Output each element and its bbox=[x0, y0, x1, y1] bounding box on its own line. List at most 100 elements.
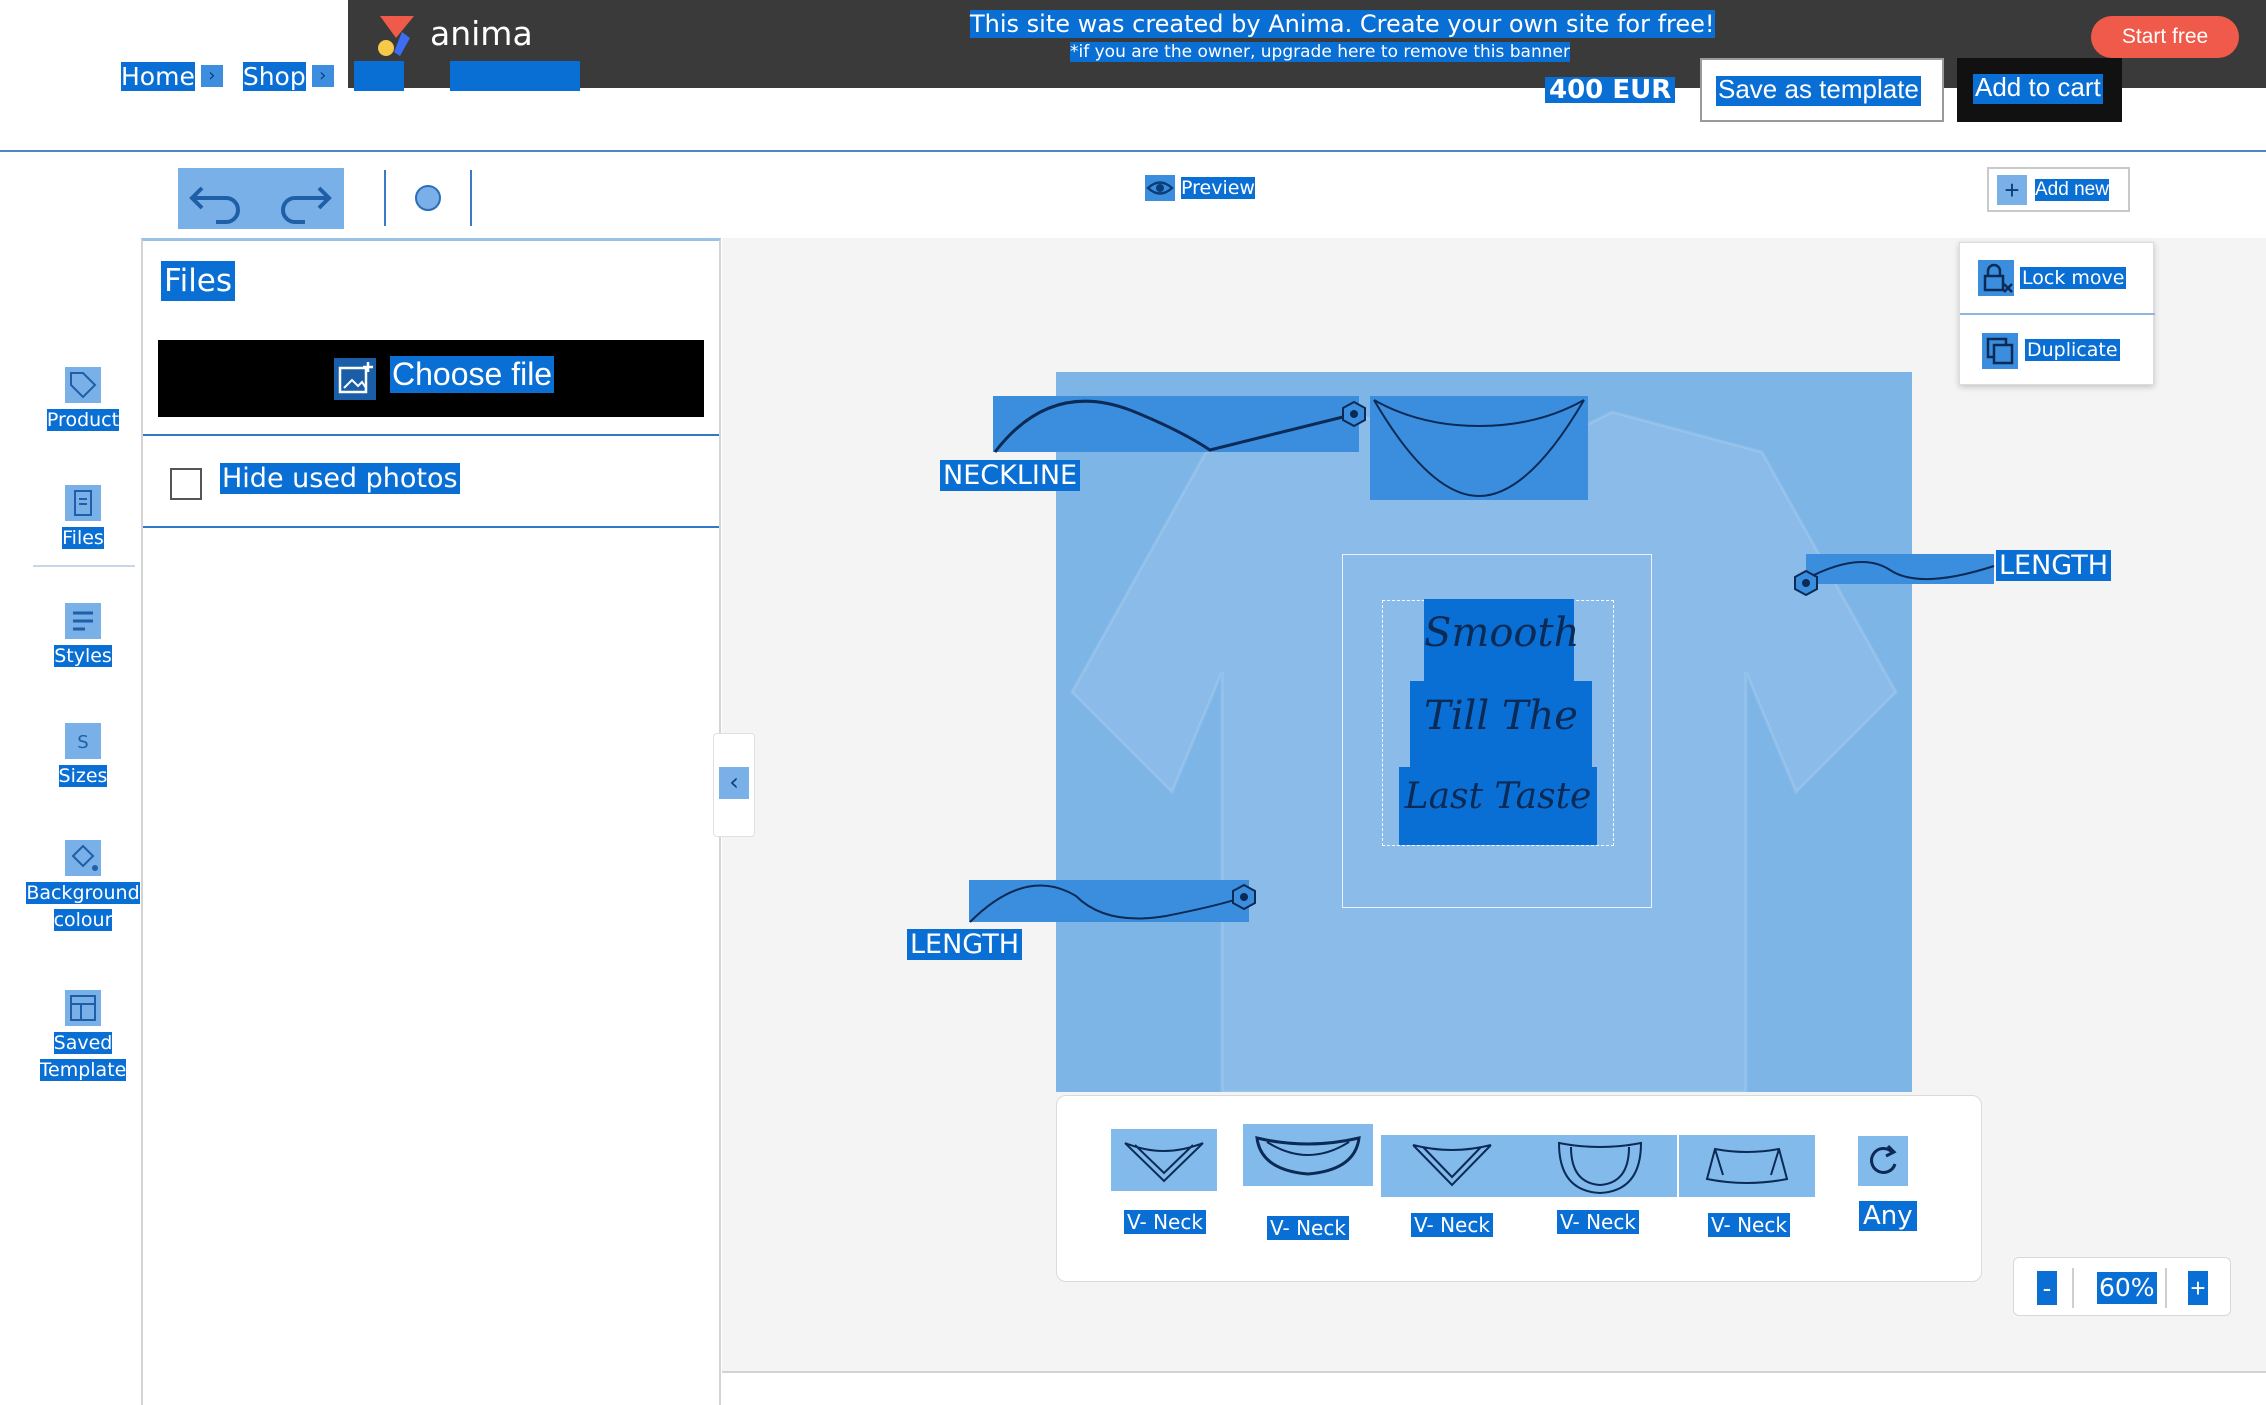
sidebar-item-saved-template[interactable]: Saved Template bbox=[23, 990, 143, 1084]
zoom-in-button[interactable]: + bbox=[2188, 1271, 2208, 1305]
chevron-right-icon: › bbox=[311, 65, 334, 87]
sizes-icon: S bbox=[65, 723, 101, 759]
refresh-icon bbox=[1870, 1144, 1897, 1174]
duplicate-menu-item[interactable]: Duplicate bbox=[1960, 317, 2155, 385]
toolbar-separator bbox=[384, 170, 386, 226]
zoom-control: - 60% + bbox=[2013, 1257, 2231, 1316]
neck-style-selector: V- Neck V- Neck V- Neck V- Neck V- Neck … bbox=[1056, 1095, 1982, 1282]
lock-move-label: Lock move bbox=[2020, 267, 2127, 289]
undo-icon[interactable] bbox=[178, 168, 261, 229]
sidebar-item-label: Styles bbox=[54, 645, 112, 667]
add-to-cart-label: Add to cart bbox=[1973, 74, 2103, 104]
breadcrumb: Home › Shop › bbox=[121, 61, 580, 91]
duplicate-label: Duplicate bbox=[2025, 339, 2120, 361]
paint-bucket-icon bbox=[65, 840, 101, 876]
price: 400 EUR bbox=[1545, 77, 1676, 103]
neck-option-label[interactable]: V- Neck bbox=[1411, 1213, 1493, 1237]
plus-icon: + bbox=[1997, 174, 2027, 205]
neckline-label: NECKLINE bbox=[940, 460, 1081, 491]
design-text-line: Till The bbox=[1424, 693, 1578, 739]
length-right-curve-line bbox=[1803, 561, 1995, 581]
svg-text:S: S bbox=[77, 732, 88, 753]
sidebar-item-label: Background colour bbox=[26, 882, 140, 931]
round-neck-icon bbox=[1255, 1136, 1361, 1176]
eye-icon bbox=[1145, 175, 1175, 201]
breadcrumb-category[interactable] bbox=[353, 61, 404, 91]
v-neck-icon bbox=[1124, 1142, 1204, 1183]
files-panel: Files Choose file Hide used photos bbox=[141, 238, 721, 1405]
zoom-out-button[interactable]: - bbox=[2037, 1271, 2057, 1305]
add-to-cart-button[interactable]: Add to cart bbox=[1957, 58, 2122, 122]
add-image-icon bbox=[334, 358, 376, 400]
design-text-line: Smooth bbox=[1424, 610, 1580, 656]
zoom-level: 60% bbox=[2097, 1272, 2157, 1304]
preview-button[interactable]: Preview bbox=[1145, 175, 1255, 201]
zoom-separator bbox=[2165, 1268, 2167, 1308]
length-left-handle-icon[interactable] bbox=[1231, 884, 1257, 910]
redo-icon[interactable] bbox=[261, 168, 344, 229]
choose-file-button[interactable]: Choose file bbox=[158, 340, 704, 417]
banner-upgrade-note[interactable]: *if you are the owner, upgrade here to r… bbox=[1070, 42, 1570, 62]
add-new-button[interactable]: + Add new bbox=[1987, 167, 2130, 212]
lock-move-menu-item[interactable]: Lock move bbox=[1960, 243, 2155, 315]
files-panel-title: Files bbox=[161, 261, 236, 301]
header-divider bbox=[0, 150, 2266, 152]
choose-file-label: Choose file bbox=[390, 356, 555, 393]
sidebar-item-label: Files bbox=[62, 527, 104, 549]
neckline-preview-curve bbox=[1373, 399, 1585, 498]
duplicate-icon bbox=[1982, 333, 2018, 369]
sidebar-item-styles[interactable]: Styles bbox=[23, 603, 143, 670]
sidebar-item-label: Product bbox=[46, 409, 120, 431]
sidebar-item-files[interactable]: Files bbox=[23, 485, 143, 552]
neck-option-label[interactable]: V- Neck bbox=[1557, 1210, 1639, 1234]
zoom-separator bbox=[2072, 1268, 2074, 1308]
sidebar-item-product[interactable]: Product bbox=[23, 367, 143, 434]
crew-neck-icon bbox=[1557, 1141, 1643, 1195]
length-right-label: LENGTH bbox=[1996, 550, 2112, 581]
reset-neck-button[interactable] bbox=[1858, 1136, 1908, 1186]
anima-brand: anima bbox=[430, 14, 533, 53]
toolbar-separator bbox=[470, 170, 472, 226]
neckline-handle-icon[interactable] bbox=[1341, 401, 1367, 427]
add-new-label: Add new bbox=[2035, 178, 2109, 201]
neckline-curve-line bbox=[993, 399, 1356, 453]
v-neck-icon bbox=[1412, 1144, 1492, 1187]
chevron-right-icon: › bbox=[200, 65, 223, 87]
undo-redo-group bbox=[178, 168, 344, 229]
element-context-menu: Lock move Duplicate bbox=[1959, 242, 2155, 385]
circle-shape-icon[interactable] bbox=[415, 185, 441, 211]
breadcrumb-shop[interactable]: Shop bbox=[242, 61, 306, 91]
save-as-template-button[interactable]: Save as template bbox=[1700, 58, 1944, 122]
sidebar-item-sizes[interactable]: S Sizes bbox=[23, 723, 143, 790]
template-icon bbox=[65, 990, 101, 1026]
preview-label: Preview bbox=[1181, 177, 1255, 199]
files-divider bbox=[143, 434, 719, 436]
collar-neck-icon bbox=[1705, 1147, 1789, 1184]
sidebar-item-label: Saved Template bbox=[39, 1032, 127, 1081]
collapse-panel-button[interactable]: ‹ bbox=[713, 733, 755, 837]
length-left-label: LENGTH bbox=[907, 929, 1023, 960]
length-right-handle-icon[interactable] bbox=[1793, 570, 1819, 596]
neck-option-label[interactable]: V- Neck bbox=[1267, 1216, 1349, 1240]
tag-icon bbox=[65, 367, 101, 403]
styles-icon bbox=[65, 603, 101, 639]
sidebar-divider bbox=[33, 565, 135, 567]
neck-option-label[interactable]: V- Neck bbox=[1124, 1210, 1206, 1234]
files-divider bbox=[143, 526, 719, 528]
start-free-button[interactable]: Start free bbox=[2091, 16, 2239, 58]
any-neck-label[interactable]: Any bbox=[1859, 1201, 1917, 1231]
design-text-line: Last Taste bbox=[1404, 776, 1592, 817]
breadcrumb-home[interactable]: Home bbox=[121, 61, 195, 91]
banner-message[interactable]: This site was created by Anima. Create y… bbox=[970, 10, 1715, 38]
breadcrumb-product[interactable] bbox=[449, 61, 580, 91]
hide-used-photos-checkbox[interactable] bbox=[170, 468, 202, 500]
save-as-template-label: Save as template bbox=[1716, 76, 1921, 106]
anima-logo-icon bbox=[378, 16, 414, 56]
sidebar-item-label: Sizes bbox=[58, 765, 108, 787]
chevron-left-icon: ‹ bbox=[719, 767, 749, 799]
lock-icon bbox=[1978, 260, 2014, 296]
neck-option-label[interactable]: V- Neck bbox=[1708, 1213, 1790, 1237]
sidebar-item-background-colour[interactable]: Background colour bbox=[23, 840, 143, 934]
length-left-curve-line bbox=[969, 884, 1247, 923]
hide-used-photos-label: Hide used photos bbox=[220, 463, 460, 494]
